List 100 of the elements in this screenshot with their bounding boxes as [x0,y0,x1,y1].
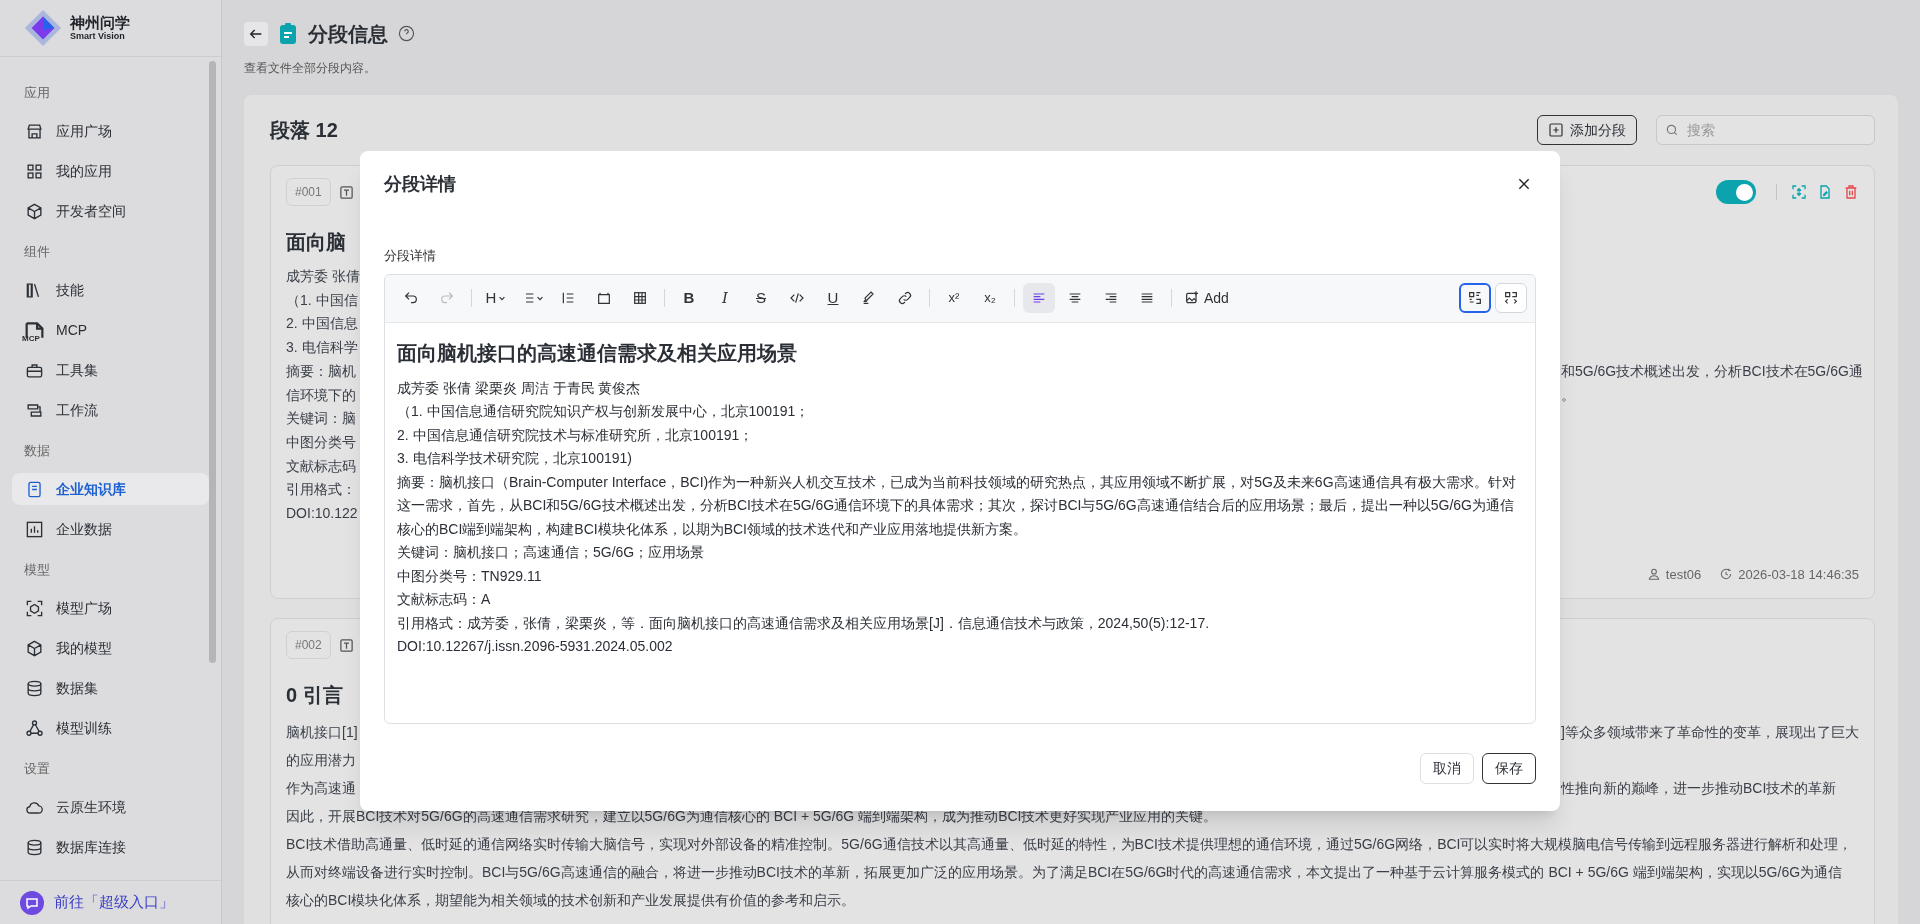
link-icon [897,290,913,306]
caret-icon [498,294,507,302]
bold-button[interactable]: B [673,283,705,313]
delete-icon[interactable] [1843,184,1859,200]
text-line: 的应用潜力 [286,752,356,768]
nav-item[interactable]: 企业数据 [12,513,209,545]
indent-icon [560,290,576,306]
super-entry-link[interactable]: 前往「超级入口」 [54,891,174,914]
content-paragraph: 2. 中国信息通信研究院技术与标准研究所，北京100191； [397,425,755,445]
content-paragraph: 中图分类号：TN929.11 [397,566,543,586]
nav-item[interactable]: 云原生环境 [12,791,209,823]
section-label: 数据 [23,442,51,461]
back-button[interactable] [244,21,268,46]
underline-button[interactable]: U [817,283,849,313]
text-line: 。 [1561,385,1575,405]
strikethrough-button[interactable]: S [745,283,777,313]
help-icon[interactable] [398,25,415,42]
content-paragraph: DOI:10.12267/j.issn.2096-5931.2024.05.002 [397,637,674,656]
nav-item[interactable]: 我的应用 [12,155,209,187]
italic-button[interactable]: I [709,283,741,313]
rich-text-editor[interactable] [384,273,1536,724]
logo-subtitle: Smart Vision [70,32,126,41]
align-left-button[interactable] [1023,283,1055,313]
content-paragraph: （1. 中国信息通信研究院知识产权与创新发展中心，北京100191； [397,402,811,421]
dialog-title: 分段详情 [384,172,457,196]
add-image-icon [1184,290,1200,306]
superscript-button[interactable]: x² [938,283,970,313]
chat-icon [20,890,44,915]
text-line: 作为高速通 [286,780,356,796]
author-name: test06 [1665,565,1702,584]
page-subtitle: 查看文件全部分段内容。 [244,59,377,77]
section-label: 应用 [23,84,51,103]
redo-icon [439,290,455,306]
markdown-mode-icon [1503,290,1519,306]
database-icon [24,678,44,698]
nav-item[interactable]: MCP MCP [12,314,209,346]
markdown-mode-button[interactable] [1495,283,1527,313]
nav-item[interactable]: 数据集 [12,672,209,704]
cancel-button[interactable]: 取消 [1420,752,1474,784]
heading-dropdown[interactable]: H [480,283,512,313]
subscript-button[interactable]: x₂ [974,283,1006,313]
nav-item[interactable]: 企业知识库 [12,473,209,505]
scan-cube-icon [24,598,44,618]
database-icon [24,837,44,857]
text-line: 脑机接口[1] [286,724,358,740]
text-line: 中图分类号 [286,433,356,450]
search-icon [1665,123,1679,137]
scrollbar[interactable] [209,61,216,663]
save-button[interactable]: 保存 [1482,752,1536,784]
segment-number: #001 [286,178,331,206]
section-label: 组件 [23,243,51,262]
cube-icon [24,638,44,658]
add-segment-button[interactable]: 添加分段 [1537,115,1637,145]
nav-item[interactable]: 工具集 [12,354,209,386]
logo-icon [24,9,62,47]
text-line: 和5G/6G技术概述出发，分析BCI技术在5G/6G通 [1561,361,1863,381]
add-image-button[interactable]: Add [1180,283,1233,313]
text-line: （1. 中国信 [286,291,358,308]
visual-mode-button[interactable] [1459,283,1491,313]
content-paragraph: 摘要：脑机接口（Brain-Computer Interface，BCI)作为一种新兴人机交互技术，已成为当前科技领域的研究热点，其应用领域不断扩展，对5G及未来6G高速通信具有极大需求。针对这一需求，首先，从BCI和5G/6G技术概述出发，分析BCI技术在5G/6G通信环境下的具体需求；其次，探讨BCI与5G/6G高速通信结合后的应用场景；最后，提出一种以5G/6G为通信核心的BCI端到端架构，构建BCI模块化体系，以期为BCI领域的技术迭代和产业应用落地提供新方案。 [397,472,1517,539]
nav-item[interactable]: 应用广场 [12,115,209,147]
text-line: 核心的BCI模块化体系，期望能为相关领域的技术创新和产业发展提供有价值的参考和启示。 [286,891,857,910]
section-title: 段落 12 [270,118,339,143]
update-time: 2026-03-18 14:46:35 [1738,565,1859,584]
text-line: 性推向新的巅峰，进一步推动BCI技术的革新 [1561,779,1837,798]
edit-document-icon[interactable] [1817,184,1833,200]
segment-number: #002 [286,631,331,659]
nav-item[interactable]: 技能 [12,274,209,306]
bar-chart-icon [24,519,44,539]
segment-title: 0 引言 [286,683,343,708]
logo-title: 神州问学 [70,15,130,30]
close-icon [1516,176,1532,192]
content-paragraph: 引用格式：成芳委，张倩，梁栗炎，等．面向脑机接口的高速通信需求及相关应用场景[J]．信息通信技术与政策，2024,50(5):12-17. [397,613,1211,633]
content-paragraph: 关键词：脑机接口；高速通信；5G/6G；应用场景 [397,543,706,562]
text-line: 引用格式： [286,481,356,498]
nodes-icon [24,718,44,738]
text-type-icon [338,637,354,653]
nav-item[interactable]: 数据库连接 [12,831,209,863]
search-field[interactable]: 搜索 [1656,115,1875,145]
nav-item[interactable]: 模型广场 [12,592,209,624]
text-line: 文献标志码 [286,457,356,474]
nav-item[interactable]: 我的模型 [12,632,209,664]
text-line: BCI技术借助高通量、低时延的通信网络实时传输大脑信号，实现对外部设备的精准控制。5G/6G通信技术以其高通量、低时延的特性，为BCI技术提供理想的通信环境，通过5G/6G网络，BCI可以实时将大规模脑电信号传输到远程服务器进行解析和处理， [286,835,1854,854]
content-paragraph: 文献标志码：A [397,590,492,609]
undo-icon [403,290,419,306]
document-icon [24,321,44,339]
text-line: 从而对终端设备进行实时控制。BCI与5G/6G高速通信的融合，将进一步推动BCI技术的革新，拓展更加广泛的应用场景。为了满足BCI在5G/6G时代的高速通信需求，本文提出了一种基于云计算服务模式的 BCI + 5G/6G 端到端架构，实现以5G/6G为通信 [286,863,1844,882]
section-label: 模型 [23,561,51,580]
align-center-icon [1067,290,1083,306]
text-line: 2. 中国信息 [286,315,358,332]
nav-item[interactable]: 开发者空间 [12,195,209,227]
visual-mode-icon [1467,290,1483,306]
toggle-switch[interactable] [1716,180,1756,204]
content-paragraph: 3. 电信科学技术研究院，北京100191) [397,449,633,468]
code-icon [789,290,805,306]
segment-title: 面向脑 [286,230,346,255]
plus-square-icon [1548,122,1564,138]
nav-item[interactable]: 模型训练 [12,712,209,744]
nav-item[interactable]: 工作流 [12,394,209,426]
text-line: 摘要：脑机 [286,362,356,379]
